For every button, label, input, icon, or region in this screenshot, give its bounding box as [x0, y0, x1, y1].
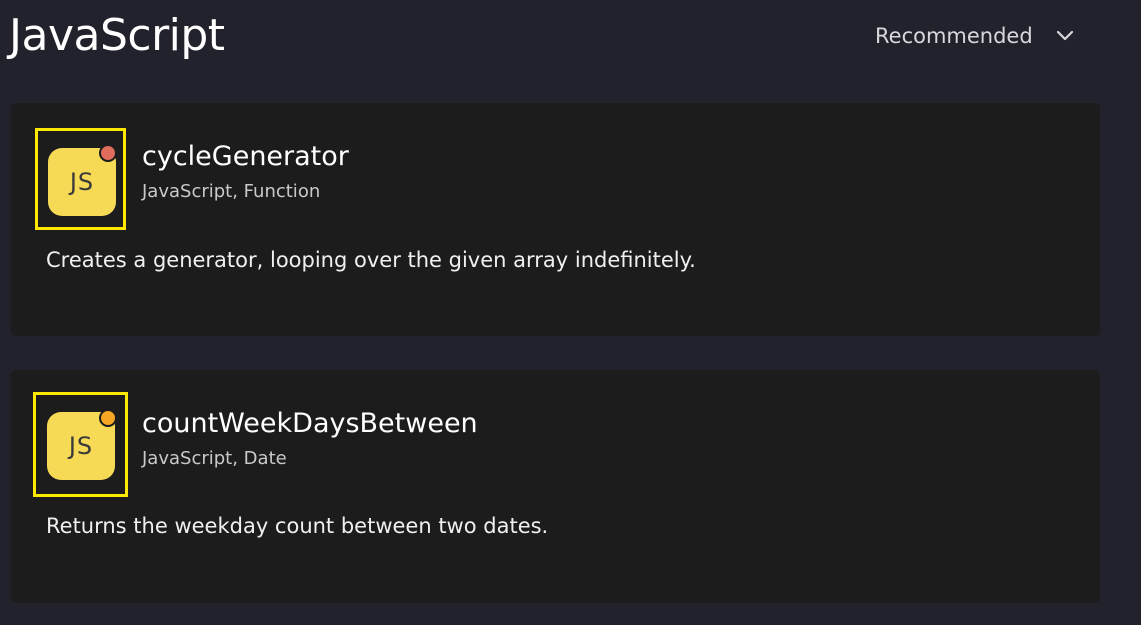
- status-dot: [99, 409, 117, 427]
- chevron-down-icon: [1055, 26, 1075, 46]
- page-header: JavaScript Recommended: [0, 0, 1141, 80]
- badge-label: JS: [68, 432, 94, 460]
- sort-selected-value: Recommended: [875, 24, 1033, 48]
- snippet-card[interactable]: JS countWeekDaysBetween JavaScript, Date…: [11, 370, 1100, 603]
- sort-dropdown[interactable]: Recommended: [868, 14, 1088, 58]
- snippet-description: Returns the weekday count between two da…: [46, 514, 549, 538]
- snippet-tags: JavaScript, Function: [142, 181, 321, 202]
- icon-highlight-frame: JS: [33, 392, 128, 497]
- snippet-tags: JavaScript, Date: [142, 448, 287, 469]
- snippet-card[interactable]: JS cycleGenerator JavaScript, Function C…: [11, 103, 1100, 336]
- status-dot: [99, 144, 117, 162]
- snippet-description: Creates a generator, looping over the gi…: [46, 248, 696, 272]
- badge-label: JS: [69, 168, 95, 196]
- page-title: JavaScript: [9, 10, 225, 61]
- icon-highlight-frame: JS: [35, 128, 126, 230]
- snippet-title[interactable]: cycleGenerator: [142, 140, 349, 174]
- snippet-title[interactable]: countWeekDaysBetween: [142, 407, 478, 441]
